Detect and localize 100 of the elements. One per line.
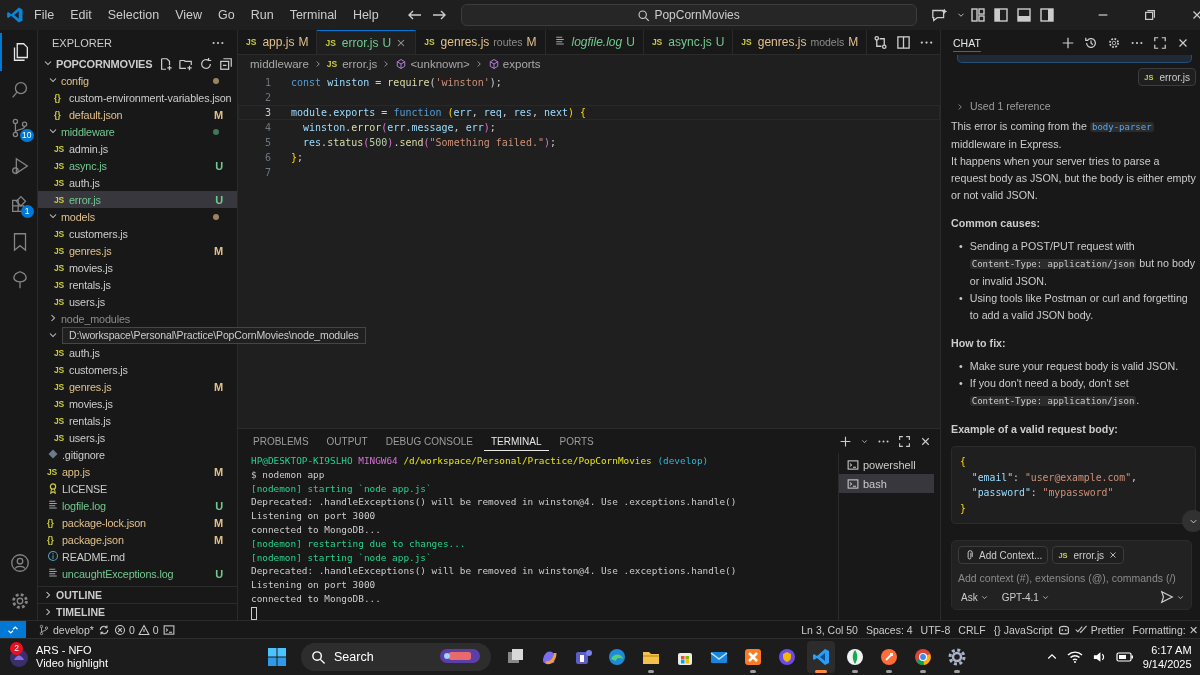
- section-header[interactable]: OUTLINE: [38, 586, 237, 603]
- menu-item[interactable]: Go: [212, 5, 241, 25]
- tree-item[interactable]: {} package-lock.json M: [38, 514, 237, 531]
- tree-item[interactable]: JS users.js: [38, 429, 237, 446]
- status-item[interactable]: {} JavaScript: [989, 623, 1057, 636]
- git-status-letter: M: [298, 35, 309, 49]
- tree-item[interactable]: JS genres.js M: [38, 242, 237, 259]
- tree-item[interactable]: JS auth.js: [38, 344, 237, 361]
- tree-item[interactable]: JS customers.js: [38, 361, 237, 378]
- list-item-text: If you don't need a body, don't set Content-Type: application/json .: [969, 376, 1141, 408]
- notification-badge: 2: [10, 642, 23, 655]
- taskbar-search-field[interactable]: Search: [301, 643, 491, 671]
- panel-tab[interactable]: OUTPUT: [319, 431, 375, 451]
- references-toggle[interactable]: Used 1 reference: [955, 98, 1196, 115]
- tree-item[interactable]: JS async.js U: [38, 157, 237, 174]
- js-file-icon: JS: [246, 37, 257, 47]
- tree-item[interactable]: JS admin.js: [38, 140, 237, 157]
- menu-item[interactable]: File: [28, 5, 61, 25]
- tree-item[interactable]: JS rentals.js: [38, 276, 237, 293]
- menu-item[interactable]: Run: [244, 5, 280, 25]
- tree-item[interactable]: config: [38, 72, 237, 89]
- status-item[interactable]: CRLF: [954, 623, 990, 636]
- tree-item[interactable]: JS movies.js: [38, 259, 237, 276]
- code-line: };: [291, 152, 304, 163]
- count-badge: 1: [20, 205, 34, 218]
- status-item[interactable]: Formatting: ✕: [1128, 623, 1200, 636]
- mode-dropdown[interactable]: Ask: [958, 591, 989, 603]
- terminal-item[interactable]: bash: [839, 474, 934, 493]
- tree-item[interactable]: README.md: [38, 548, 237, 565]
- menu-item[interactable]: Edit: [64, 5, 98, 25]
- panel-tab[interactable]: PORTS: [552, 431, 601, 451]
- tree-item[interactable]: middleware: [38, 123, 237, 140]
- model-dropdown[interactable]: GPT-4.1: [998, 591, 1050, 603]
- command-search-field[interactable]: PopCornMovies: [460, 4, 917, 26]
- tree-item[interactable]: JS auth.js: [38, 174, 237, 191]
- terminal-item[interactable]: powershell: [839, 455, 934, 474]
- tree-item[interactable]: models: [38, 208, 237, 225]
- menu-item[interactable]: Selection: [101, 5, 166, 25]
- branch-item[interactable]: develop*: [34, 623, 98, 636]
- terminal-line: $ nodemon app: [251, 467, 326, 482]
- tree-item[interactable]: .gitignore: [38, 446, 237, 463]
- git-status-letter: M: [214, 244, 223, 257]
- tree-item[interactable]: JS rentals.js: [38, 412, 237, 429]
- add-context-button[interactable]: Add Context...: [958, 546, 1049, 564]
- tab-label: app.js: [262, 35, 295, 49]
- tree-item[interactable]: JS customers.js: [38, 225, 237, 242]
- menu-item[interactable]: Terminal: [283, 5, 343, 25]
- panel-tab[interactable]: TERMINAL: [483, 431, 549, 451]
- tree-item[interactable]: logfile.log U: [38, 497, 237, 514]
- clock-date[interactable]: 9/14/2025: [1142, 657, 1192, 671]
- tree-item[interactable]: node_modules: [38, 310, 237, 327]
- js-file-icon: JS: [54, 279, 67, 290]
- panel-tab[interactable]: PROBLEMS: [246, 431, 316, 451]
- line-number: 7: [263, 167, 271, 178]
- line-number: 5: [263, 137, 271, 148]
- tree-item[interactable]: LICENSE: [38, 480, 237, 497]
- project-folder[interactable]: POPCORNMOVIES: [38, 55, 237, 72]
- section-heading: Example of a valid request body:: [951, 422, 1119, 437]
- js-file-icon: JS: [54, 143, 67, 154]
- editor-tab[interactable]: JS error.js U: [317, 30, 417, 54]
- js-file-icon: JS: [54, 160, 67, 171]
- tree-item[interactable]: JS app.js M: [38, 463, 237, 480]
- tree-item[interactable]: uncaughtExceptions.log U: [38, 565, 237, 582]
- status-item[interactable]: Spaces: 4: [861, 623, 917, 636]
- chat-input-field[interactable]: Add context (#), extensions (@), commands (/): [958, 570, 1185, 586]
- clock-time[interactable]: 6:17 AM: [1151, 643, 1192, 657]
- panel-tab[interactable]: DEBUG CONSOLE: [378, 431, 480, 451]
- chat-tab[interactable]: CHAT: [953, 33, 981, 52]
- menu-item[interactable]: View: [169, 5, 208, 25]
- js-file-icon: JS: [54, 262, 67, 273]
- status-item[interactable]: Ln 3, Col 50: [797, 623, 862, 636]
- tree-item[interactable]: {} package.json M: [38, 531, 237, 548]
- status-item[interactable]: UTF-8: [916, 623, 955, 636]
- git-status-letter: M: [214, 533, 223, 546]
- message-text: This error is coming from the body-parser middleware in Express.: [951, 119, 1155, 152]
- js-file-icon: JS: [54, 381, 67, 392]
- js-file-icon: JS: [54, 415, 67, 426]
- prettier-item[interactable]: Prettier: [1070, 623, 1129, 636]
- js-file-icon: JS: [54, 364, 67, 375]
- terminal-line: Listening on port 3000: [251, 578, 377, 592]
- breadcrumb[interactable]: <unknown>: [395, 57, 470, 70]
- tree-item[interactable]: JS movies.js: [38, 395, 237, 412]
- menu-item[interactable]: Help: [346, 5, 385, 25]
- code-line: const winston = require('winston');: [291, 77, 502, 88]
- tab-label: error.js: [341, 35, 379, 50]
- js-file-icon: JS: [54, 228, 67, 239]
- tree-item[interactable]: {} custom-environment-variables.json: [38, 89, 237, 106]
- tree-item[interactable]: JS genres.js M: [38, 378, 237, 395]
- js-file-icon: JS: [741, 37, 752, 47]
- breadcrumb[interactable]: middleware: [250, 57, 309, 70]
- tree-item[interactable]: JS users.js: [38, 293, 237, 310]
- tree-item[interactable]: {} default.json M: [38, 106, 237, 123]
- widget-subtitle: Video highlight: [36, 657, 108, 670]
- breadcrumb[interactable]: JS error.js: [326, 57, 378, 70]
- terminal-line: connected to MongoDB...: [251, 591, 382, 606]
- line-number: 1: [263, 77, 271, 88]
- problems-item[interactable]: 0 0: [109, 623, 163, 636]
- count-badge: 10: [20, 129, 34, 142]
- tree-item[interactable]: JS error.js U: [38, 191, 237, 208]
- breadcrumb[interactable]: exports: [487, 57, 541, 70]
